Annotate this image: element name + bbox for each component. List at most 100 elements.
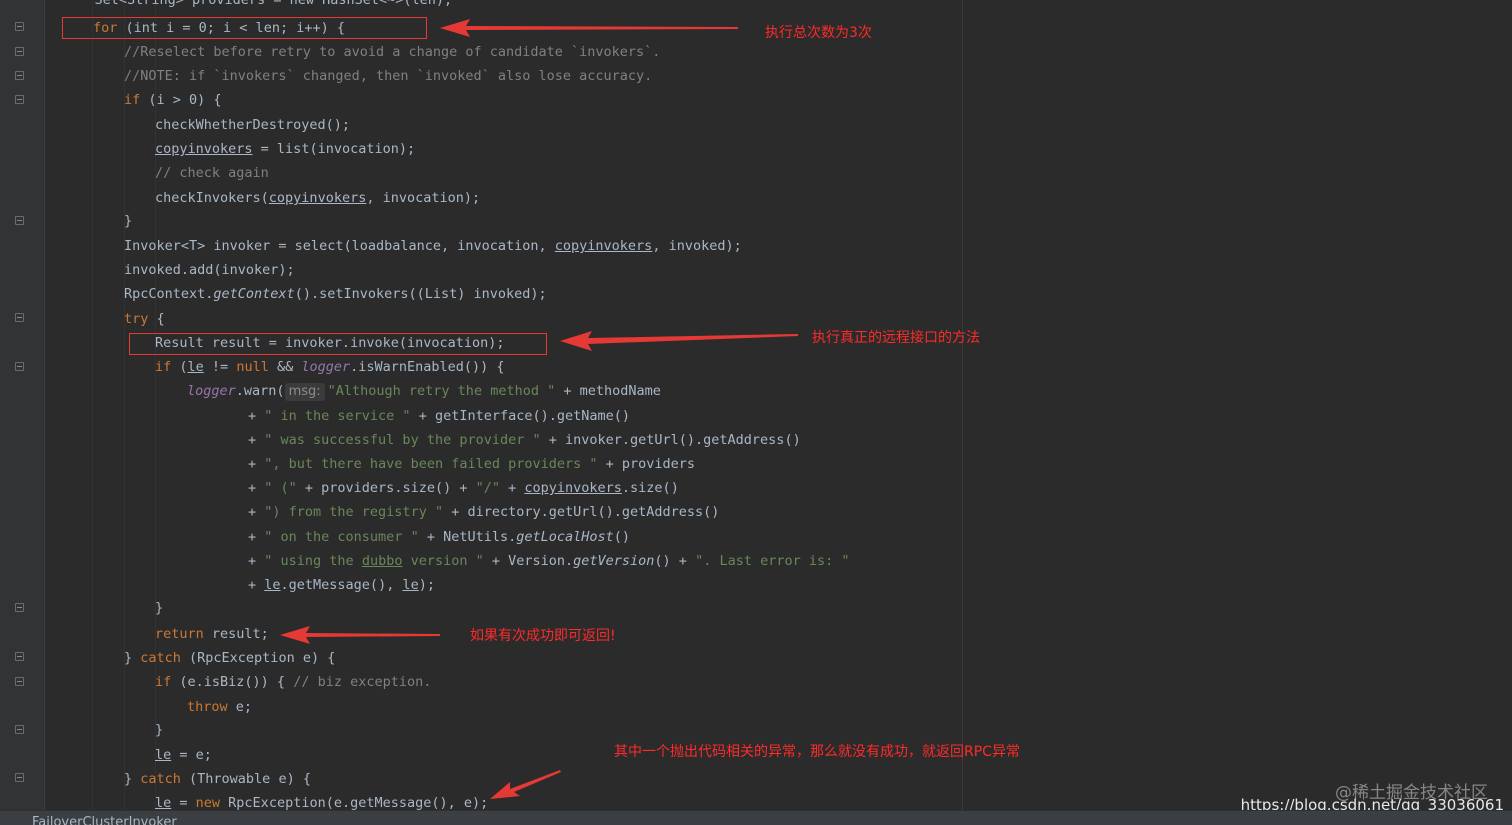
code-line: logger.warn(msg: "Although retry the meth… [187,381,661,401]
code-token: .warn( [235,383,285,399]
annotation-note: 执行总次数为3次 [765,25,872,41]
code-token: ( [171,359,188,375]
keyword-token: if [155,674,172,690]
code-token: { [148,311,165,327]
code-token: + getInterface().getName() [410,408,631,424]
code-token: .isWarnEnabled()) { [350,359,505,375]
variable-token: le [155,747,172,763]
code-token: + [499,480,525,496]
annotation-note: 如果有次成功即可返回! [470,628,616,644]
code-line: if (le != null && logger.isWarnEnabled()… [155,357,505,377]
code-token: , invoked); [652,238,742,254]
variable-token: le [155,795,172,811]
string-token: dubbo [361,553,403,569]
code-token: .size() [621,480,679,496]
code-token: && [268,359,302,375]
code-token: (RpcException e) { [180,650,336,666]
keyword-token: throw [187,699,228,715]
arrow-left-icon [560,331,798,351]
code-line: + le.getMessage(), le); [248,575,435,595]
code-token: = [171,795,196,811]
breadcrumb-bar: FailoverClusterInvoker [0,810,1512,825]
code-token: + [248,577,265,593]
code-line: + " on the consumer " + NetUtils.getLoca… [248,527,630,547]
string-token: " (" [264,480,297,496]
code-line: Set<String> providers = new HashSet<~>(l… [62,0,453,8]
comment-token: // biz exception. [293,674,432,690]
code-token: + providers.size() + [296,480,476,496]
code-line: return result; [155,624,269,644]
variable-token: copyinvokers [155,141,253,157]
string-token: ". Last error is: " [695,553,850,569]
string-token: "Although retry the method " [327,383,556,399]
code-token: checkInvokers( [155,190,269,206]
code-line: Invoker<T> invoker = select(loadbalance,… [124,236,742,256]
code-line: throw e; [187,697,252,717]
code-token: + [248,408,265,424]
code-token: (e.isBiz()) { [171,674,294,690]
code-token: + providers [597,456,696,472]
annotation-note: 执行真正的远程接口的方法 [812,330,980,346]
code-token: = e; [171,747,212,763]
code-token: + [248,480,265,496]
code-token: + [248,504,265,520]
code-token: e; [227,699,253,715]
code-line: + ") from the registry " + directory.get… [248,502,719,522]
code-line: copyinvokers = list(invocation); [155,139,415,159]
arrow-left-icon [440,19,738,37]
variable-token: le [264,577,281,593]
variable-token: le [402,577,419,593]
variable-token: le [187,359,204,375]
code-comment: // check again [155,165,269,181]
code-token: RpcContext. [124,286,214,302]
highlight-box-invoke [129,333,547,355]
keyword-token: catch [140,650,181,666]
method-token: getContext [213,286,295,302]
string-token: ", but there have been failed providers … [264,456,598,472]
keyword-token: if [155,359,172,375]
code-token: ); [418,577,435,593]
keyword-token: new [195,795,221,811]
annotation-note: 其中一个抛出代码相关的异常，那么就没有成功，就返回RPC异常 [614,744,1020,760]
code-token: + Version. [483,553,574,569]
string-token: " in the service " [264,408,411,424]
code-line: + " in the service " + getInterface().ge… [248,406,630,426]
code-token: = list(invocation); [252,141,416,157]
string-token: "/" [475,480,500,496]
keyword-token: null [236,359,269,375]
variable-token: copyinvokers [554,238,653,254]
code-line: checkWhetherDestroyed(); [155,117,351,133]
code-token: + invoker.getUrl().getAddress() [540,432,801,448]
keyword-token: if [124,92,141,108]
keyword-token: return [155,626,204,642]
code-line: try { [124,309,165,329]
code-token: .getMessage(), [280,577,403,593]
code-line: } catch (RpcException e) { [124,648,335,668]
code-token: RpcException(e.getMessage(), e); [220,795,489,811]
code-token: Invoker<T> invoker = select(loadbalance,… [124,238,555,254]
code-token: + [248,553,265,569]
method-token: getLocalHost [516,529,614,545]
variable-token: copyinvokers [268,190,367,206]
code-line: + " using the dubbo version " + Version.… [248,551,850,571]
string-token: version " [402,553,484,569]
code-token: } [124,771,141,787]
code-line: + " was successful by the provider " + i… [248,430,801,450]
string-token: ") from the registry " [264,504,444,520]
code-editor[interactable]: Set<String> providers = new HashSet<~>(l… [0,0,1512,811]
code-token: , invocation); [366,190,481,206]
code-line: le = e; [155,745,212,765]
code-token: + directory.getUrl().getAddress() [443,504,720,520]
keyword-token: catch [140,771,181,787]
code-line: if (i > 0) { [124,90,222,110]
field-token: logger [187,383,236,399]
code-token: + [248,456,265,472]
code-token: + methodName [555,383,661,399]
code-token: + [248,432,265,448]
code-token: result; [203,626,269,642]
code-line: + " (" + providers.size() + "/" + copyin… [248,478,679,498]
code-line: + ", but there have been failed provider… [248,454,695,474]
code-token: } [124,650,141,666]
code-token: () + [654,553,696,569]
highlight-box-for-loop [62,17,427,39]
